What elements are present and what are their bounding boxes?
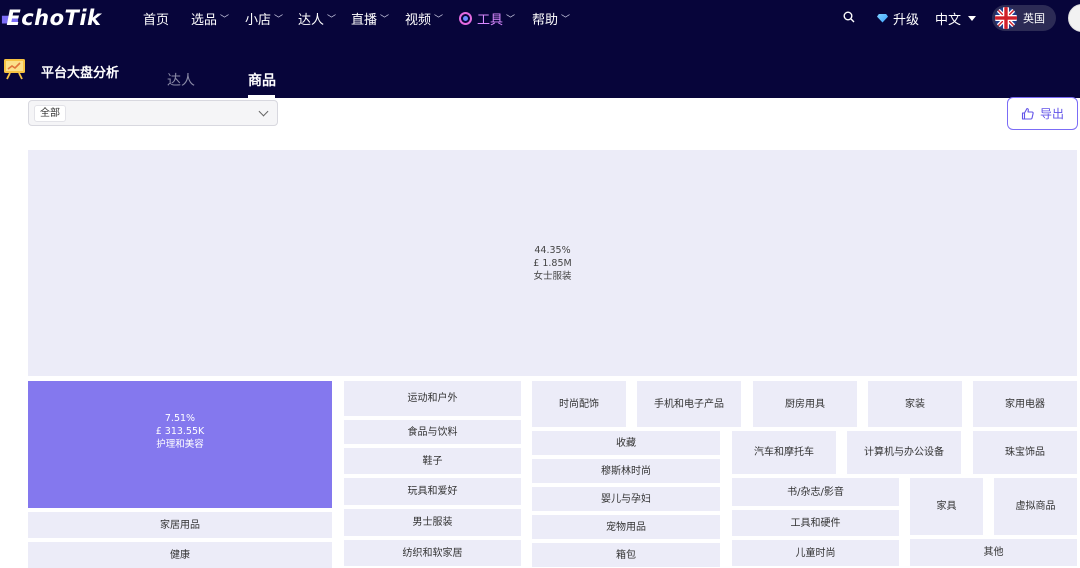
treemap-tile[interactable]: 收藏	[532, 431, 720, 455]
language-selector[interactable]: 中文	[935, 0, 977, 36]
treemap-tile[interactable]: 儿童时尚	[732, 540, 899, 566]
chevron-down-icon: ﹀	[220, 14, 230, 25]
treemap-tile[interactable]: 家用电器	[973, 381, 1077, 427]
treemap-tile[interactable]: 家装	[868, 381, 962, 427]
logo-text: EchoTik	[6, 6, 102, 30]
treemap-tile[interactable]: 珠宝饰品	[973, 431, 1077, 474]
tile-percent: 44.35%	[534, 244, 571, 256]
region-selector[interactable]: 英国	[992, 5, 1056, 31]
export-button[interactable]: 导出	[1007, 97, 1078, 130]
language-label: 中文	[935, 12, 962, 28]
chevron-down-icon: ﹀	[506, 14, 516, 25]
chevron-down-icon: ﹀	[327, 14, 337, 25]
treemap-tile[interactable]: 虚拟商品	[994, 478, 1077, 535]
nav-item-videos[interactable]: 视频 ﹀	[405, 0, 443, 36]
treemap-tile-womens-clothing[interactable]: 44.35% £ 1.85M 女士服装	[28, 150, 1077, 376]
nav-label: 小店	[245, 12, 272, 28]
caret-down-icon	[968, 15, 977, 21]
treemap-tile[interactable]: 男士服装	[344, 509, 521, 536]
tab-influencers[interactable]: 达人	[167, 70, 195, 90]
chevron-down-icon	[258, 106, 269, 117]
treemap-tile[interactable]: 计算机与办公设备	[847, 431, 961, 474]
treemap-tile[interactable]: 工具和硬件	[732, 510, 899, 536]
nav-item-influencers[interactable]: 达人 ﹀	[298, 0, 336, 36]
tile-amount: £ 1.85M	[533, 257, 572, 269]
nav-item-help[interactable]: 帮助 ﹀	[532, 0, 570, 36]
page-header	[0, 36, 1080, 98]
treemap-tile[interactable]: 健康	[28, 542, 332, 568]
tools-icon	[459, 11, 472, 25]
chevron-down-icon: ﹀	[274, 14, 284, 25]
search-icon[interactable]	[843, 11, 855, 23]
uk-flag-icon	[995, 7, 1017, 29]
tile-percent: 7.51%	[164, 413, 196, 424]
upgrade-label: 升级	[893, 12, 920, 28]
nav-item-product-selection[interactable]: 选品 ﹀	[191, 0, 229, 36]
chevron-down-icon: ﹀	[434, 14, 444, 25]
treemap-tile[interactable]: 婴儿与孕妇	[532, 487, 720, 511]
upgrade-button[interactable]: 升级	[877, 0, 919, 36]
nav-item-live[interactable]: 直播 ﹀	[351, 0, 389, 36]
filter-selected-chip: 全部	[34, 105, 66, 122]
nav-label: 首页	[143, 12, 170, 28]
treemap-tile[interactable]: 运动和户外	[344, 381, 521, 416]
treemap-tile[interactable]: 穆斯林时尚	[532, 459, 720, 483]
treemap-tile[interactable]: 时尚配饰	[532, 381, 626, 427]
treemap-tile[interactable]: 汽车和摩托车	[732, 431, 836, 474]
echotik-logo[interactable]: ▬ EchoTik	[0, 4, 102, 32]
region-label: 英国	[1023, 12, 1045, 25]
treemap-tile[interactable]: 手机和电子产品	[637, 381, 741, 427]
chevron-down-icon: ﹀	[561, 14, 571, 25]
dashboard-board-icon	[4, 59, 25, 80]
treemap-tile[interactable]: 家具	[910, 478, 983, 535]
diamond-icon	[877, 13, 888, 23]
nav-label: 工具	[477, 12, 504, 28]
treemap-tile[interactable]: 厨房用具	[753, 381, 857, 427]
tile-amount: £ 313.55K	[155, 426, 205, 437]
treemap-tile[interactable]: 玩具和爱好	[344, 478, 521, 505]
tile-label: 护理和美容	[156, 439, 204, 450]
nav-item-shops[interactable]: 小店 ﹀	[245, 0, 283, 36]
treemap-tile[interactable]: 宠物用品	[532, 515, 720, 539]
treemap-tile[interactable]: 家居用品	[28, 512, 332, 538]
nav-item-tools[interactable]: 工具 ﹀	[459, 0, 515, 36]
treemap-tile[interactable]: 纺织和软家居	[344, 540, 521, 566]
nav-item-home[interactable]: 首页	[143, 0, 169, 36]
nav-label: 视频	[405, 12, 432, 28]
tile-label: 女士服装	[533, 270, 572, 282]
treemap-tile-beauty-care[interactable]: 7.51% £ 313.55K 护理和美容	[28, 381, 332, 508]
chevron-down-icon: ﹀	[380, 14, 390, 25]
nav-label: 帮助	[532, 12, 559, 28]
treemap-tile[interactable]: 其他	[910, 539, 1077, 566]
treemap-tile[interactable]: 书/杂志/影音	[732, 478, 899, 506]
category-filter-select[interactable]: 全部	[28, 100, 278, 126]
nav-label: 达人	[298, 12, 325, 28]
thumbs-up-icon	[1021, 107, 1034, 120]
page-title: 平台大盘分析	[41, 66, 120, 81]
export-label: 导出	[1039, 107, 1064, 121]
treemap-tile[interactable]: 鞋子	[344, 448, 521, 474]
tab-products[interactable]: 商品	[248, 70, 276, 90]
treemap-tile[interactable]: 箱包	[532, 543, 720, 567]
treemap-tile[interactable]: 食品与饮料	[344, 420, 521, 444]
active-tab-indicator	[248, 95, 275, 98]
nav-label: 直播	[351, 12, 378, 28]
nav-label: 选品	[191, 12, 218, 28]
